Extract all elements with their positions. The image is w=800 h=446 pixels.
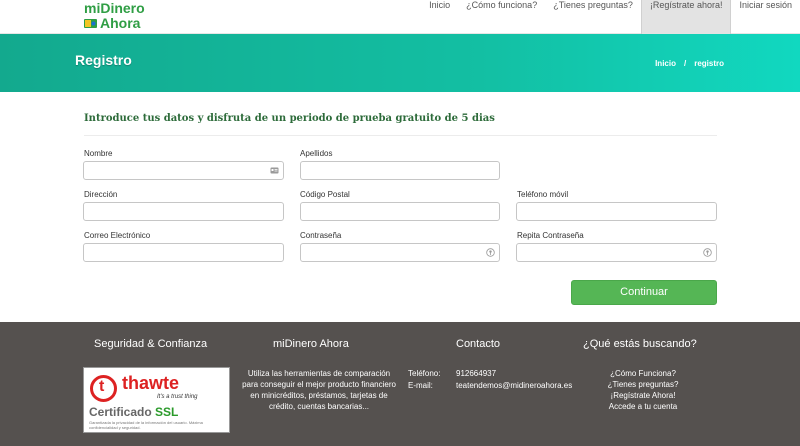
contrasena-input[interactable] xyxy=(300,243,500,262)
footer-link-accede[interactable]: Accede a tu cuenta xyxy=(583,401,703,412)
footer-about-title: miDinero Ahora xyxy=(273,338,349,350)
codigo-postal-input[interactable] xyxy=(300,202,500,221)
telefono-movil-input[interactable] xyxy=(516,202,717,221)
top-navbar: miDinero Ahora Inicio ¿Cómo funciona? ¿T… xyxy=(0,0,800,34)
nombre-label: Nombre xyxy=(84,149,113,158)
nav-iniciar-sesion[interactable]: Iniciar sesión xyxy=(731,0,800,34)
correo-input[interactable] xyxy=(83,243,284,262)
footer-email[interactable]: teatendemos@midineroahora.es xyxy=(456,380,572,391)
footer-email-label: E-mail: xyxy=(408,381,433,390)
footer-buscando-title: ¿Qué estás buscando? xyxy=(583,338,697,350)
footer-about-text: Utiliza las herramientas de comparación … xyxy=(242,369,396,411)
ssl-certificate-label: Certificado SSL xyxy=(89,405,178,419)
form-intro: Introduce tus datos y disfruta de un per… xyxy=(84,113,495,124)
breadcrumb: Inicio / registro xyxy=(655,59,724,68)
direccion-label: Dirección xyxy=(84,190,118,199)
thawte-ssl-badge[interactable]: t thawte It's a trust thing Certificado … xyxy=(83,367,230,433)
form-divider xyxy=(84,135,717,136)
site-footer: Seguridad & Confianza t thawte It's a tr… xyxy=(0,322,800,446)
repita-contrasena-label: Repita Contraseña xyxy=(517,231,584,240)
nav-inicio[interactable]: Inicio xyxy=(421,0,458,34)
main-nav: Inicio ¿Cómo funciona? ¿Tienes preguntas… xyxy=(421,0,800,34)
codigo-postal-label: Código Postal xyxy=(300,190,350,199)
site-logo[interactable]: miDinero Ahora xyxy=(84,1,164,33)
telefono-movil-label: Teléfono móvil xyxy=(517,190,569,199)
thawte-brand: thawte xyxy=(122,373,180,393)
continuar-button[interactable]: Continuar xyxy=(571,280,717,305)
password-key-icon xyxy=(486,248,495,257)
nav-como-funciona[interactable]: ¿Cómo funciona? xyxy=(458,0,545,34)
contact-card-icon xyxy=(270,167,279,174)
nav-registrate-ahora[interactable]: ¡Regístrate ahora! xyxy=(640,0,732,34)
nombre-input[interactable] xyxy=(83,161,284,180)
repita-contrasena-input[interactable] xyxy=(516,243,717,262)
footer-contacto-title: Contacto xyxy=(456,338,501,350)
direccion-input[interactable] xyxy=(83,202,284,221)
page-title: Registro xyxy=(75,52,132,68)
logo-text-line1: miDinero xyxy=(84,0,145,16)
breadcrumb-inicio[interactable]: Inicio xyxy=(655,59,676,68)
ssl-word: SSL xyxy=(155,405,179,419)
thawte-logo-icon: t xyxy=(90,375,117,402)
footer-phone-label: Teléfono: xyxy=(408,369,441,378)
nav-tienes-preguntas[interactable]: ¿Tienes preguntas? xyxy=(545,0,641,34)
apellidos-label: Apellidos xyxy=(300,149,333,158)
footer-phone[interactable]: 912664937 xyxy=(456,368,496,379)
ssl-privacy-note: Garantizada la privacidad de la informac… xyxy=(89,420,203,430)
footer-link-registrate[interactable]: ¡Regístrate Ahora! xyxy=(583,390,703,401)
correo-label: Correo Electrónico xyxy=(84,231,151,240)
password-key-icon xyxy=(703,248,712,257)
footer-link-como-funciona[interactable]: ¿Cómo Funciona? xyxy=(583,368,703,379)
contrasena-label: Contraseña xyxy=(300,231,342,240)
apellidos-input[interactable] xyxy=(300,161,500,180)
footer-link-tienes-preguntas[interactable]: ¿Tienes preguntas? xyxy=(583,379,703,390)
logo-text-line2: Ahora xyxy=(100,15,141,31)
logo-money-icon xyxy=(84,19,97,28)
footer-seguridad-title: Seguridad & Confianza xyxy=(94,338,208,350)
breadcrumb-separator: / xyxy=(683,59,687,68)
cert-word: Certificado xyxy=(89,405,152,419)
breadcrumb-registro: registro xyxy=(694,59,724,68)
thawte-slogan: It's a trust thing xyxy=(157,394,198,400)
page-banner: Registro Inicio / registro xyxy=(0,34,800,92)
